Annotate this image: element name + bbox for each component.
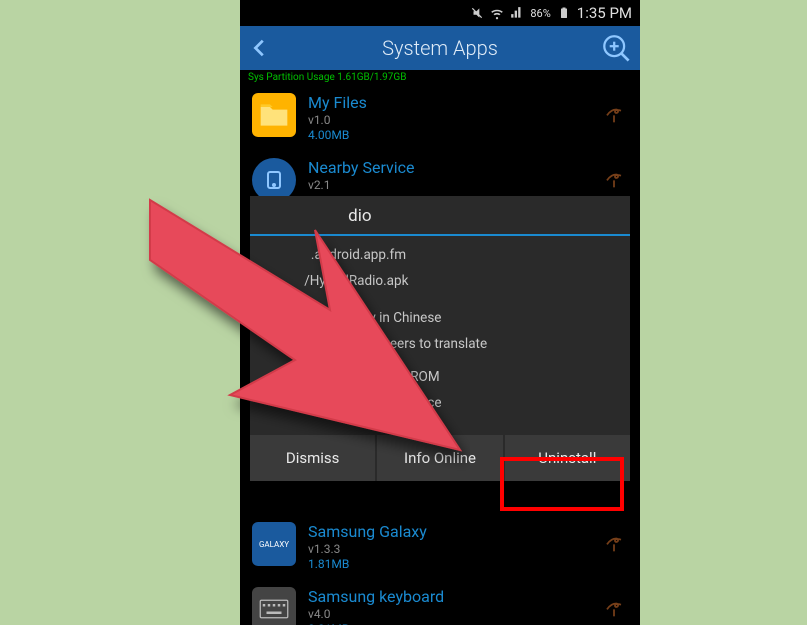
app-name: Samsung keyboard xyxy=(308,587,444,606)
app-name: Samsung Galaxy xyxy=(308,522,427,541)
signal-icon xyxy=(510,6,524,20)
dialog-divider xyxy=(250,234,630,236)
clock: 1:35 PM xyxy=(577,4,632,22)
partition-usage: Sys Partition Usage 1.61GB/1.97GB xyxy=(240,70,640,85)
folder-icon xyxy=(252,93,296,137)
dismiss-button[interactable]: Dismiss xyxy=(250,435,377,481)
keyboard-icon xyxy=(252,587,296,625)
app-name: Nearby Service xyxy=(308,158,415,177)
gesture-icon[interactable] xyxy=(600,164,628,192)
battery-icon xyxy=(557,6,571,20)
app-info-dialog: xxxxxxxxxxdio xxxxxxx.android.app.fm xxx… xyxy=(240,196,640,481)
info-online-button[interactable]: Info Online xyxy=(377,435,504,481)
uninstall-button[interactable]: Uninstall xyxy=(505,435,630,481)
title-bar: System Apps xyxy=(240,26,640,70)
phone-frame: 86% 1:35 PM System Apps Sys Partition Us… xyxy=(240,0,640,625)
wifi-icon xyxy=(490,6,504,20)
package-name: .android.app.fm xyxy=(311,247,406,263)
app-name: My Files xyxy=(308,93,367,112)
app-version: v4.0 xyxy=(308,607,444,621)
gesture-icon[interactable] xyxy=(600,99,628,127)
dialog-body: xxxxxxx.android.app.fm xxxxxx/HybridRadi… xyxy=(250,244,630,429)
status-bar: 86% 1:35 PM xyxy=(240,0,640,26)
app-row-samsung-galaxy[interactable]: GALAXY Samsung Galaxy v1.3.3 1.81MB xyxy=(240,514,640,579)
gesture-icon[interactable] xyxy=(600,593,628,621)
app-version: v2.1 xyxy=(308,178,415,192)
gesture-icon[interactable] xyxy=(600,528,628,556)
mute-icon xyxy=(470,6,484,20)
page-title: System Apps xyxy=(240,36,640,60)
dialog-title: xxxxxxxxxxdio xyxy=(250,196,630,234)
app-size: 4.00MB xyxy=(308,128,367,142)
apk-path: /HybridRadio.apk xyxy=(304,273,408,289)
app-size: 1.81MB xyxy=(308,557,427,571)
app-row-samsung-keyboard[interactable]: Samsung keyboard v4.0 8.81MB xyxy=(240,579,640,625)
app-version: v1.0 xyxy=(308,113,367,127)
battery-percent: 86% xyxy=(530,7,550,20)
search-zoom-button[interactable] xyxy=(596,28,636,68)
dialog-button-row: Dismiss Info Online Uninstall xyxy=(250,435,630,481)
galaxy-icon: GALAXY xyxy=(252,522,296,566)
app-row-my-files[interactable]: My Files v1.0 4.00MB xyxy=(240,85,640,150)
app-version: v1.3.3 xyxy=(308,542,427,556)
